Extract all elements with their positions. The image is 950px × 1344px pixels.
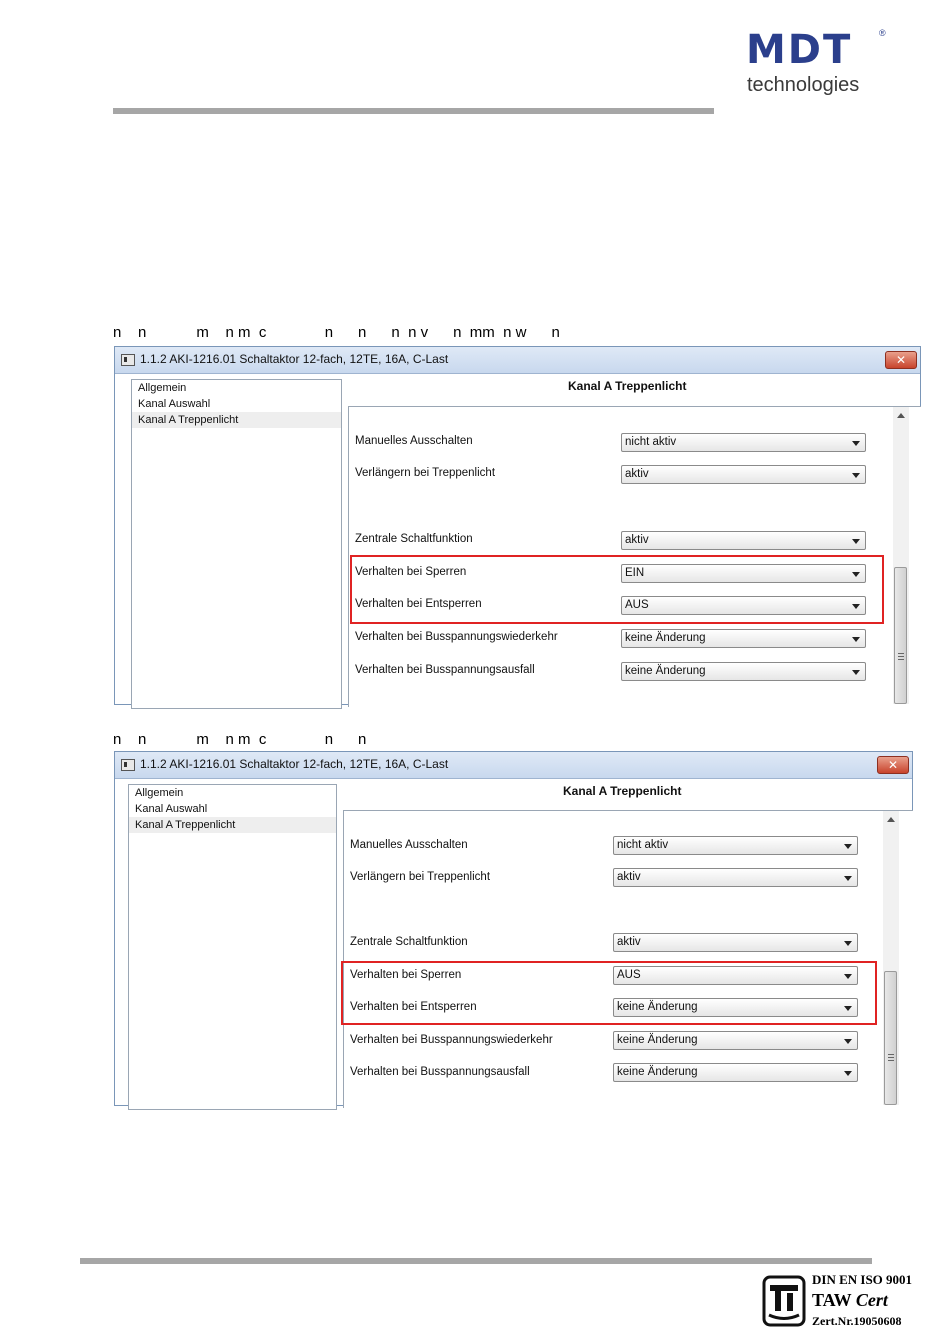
select-zentrale-schaltfunktion[interactable]: aktiv — [621, 531, 866, 550]
chevron-down-icon — [844, 1071, 852, 1076]
navigation-tree: Allgemein Kanal Auswahl Kanal A Treppenl… — [128, 784, 337, 1110]
chevron-down-icon — [852, 637, 860, 642]
label-busspannungsausfall: Verhalten bei Busspannungsausfall — [350, 1066, 530, 1078]
mdt-logo: MDT ® technologies — [746, 28, 896, 100]
label-manuelles-ausschalten: Manuelles Ausschalten — [355, 435, 473, 447]
select-value: aktiv — [625, 468, 649, 480]
title-bar: 1.1.2 AKI-1216.01 Schaltaktor 12-fach, 1… — [115, 752, 912, 779]
caption-1: n n m n m c n n n n v n mm n w n — [113, 324, 560, 341]
chevron-down-icon — [852, 670, 860, 675]
cert-standard: DIN EN ISO 9001 — [812, 1272, 913, 1287]
tree-item-kanal-auswahl[interactable]: Kanal Auswahl — [129, 801, 336, 817]
select-value: aktiv — [617, 871, 641, 883]
logo-registered: ® — [879, 28, 886, 38]
chevron-down-icon — [844, 941, 852, 946]
select-value: keine Änderung — [617, 1034, 698, 1046]
panel-title: Kanal A Treppenlicht — [568, 379, 687, 393]
window-title: 1.1.2 AKI-1216.01 Schaltaktor 12-fach, 1… — [140, 352, 449, 366]
certification-block: DIN EN ISO 9001 TAW Cert Zert.Nr.1905060… — [762, 1272, 922, 1332]
title-bar: 1.1.2 AKI-1216.01 Schaltaktor 12-fach, 1… — [115, 347, 920, 374]
dialog-window-1: 1.1.2 AKI-1216.01 Schaltaktor 12-fach, 1… — [114, 346, 921, 709]
close-button[interactable]: ✕ — [877, 756, 909, 774]
chevron-down-icon — [852, 441, 860, 446]
select-value: nicht aktiv — [617, 839, 669, 851]
scroll-thumb[interactable] — [884, 971, 897, 1105]
select-zentrale-schaltfunktion[interactable]: aktiv — [613, 933, 858, 952]
close-button[interactable]: ✕ — [885, 351, 917, 369]
chevron-down-icon — [844, 844, 852, 849]
app-icon — [121, 354, 135, 366]
tree-item-kanal-a-treppenlicht[interactable]: Kanal A Treppenlicht — [129, 817, 336, 833]
label-verlaengern-bei-treppenlicht: Verlängern bei Treppenlicht — [350, 871, 491, 883]
chevron-down-icon — [844, 1039, 852, 1044]
select-value: nicht aktiv — [625, 436, 677, 448]
navigation-tree: Allgemein Kanal Auswahl Kanal A Treppenl… — [131, 379, 342, 709]
label-verlaengern-bei-treppenlicht: Verlängern bei Treppenlicht — [355, 467, 496, 479]
footer-rule — [80, 1258, 872, 1264]
chevron-down-icon — [852, 539, 860, 544]
vertical-scrollbar[interactable] — [893, 407, 909, 704]
select-value: aktiv — [625, 534, 649, 546]
label-busspannungswiederkehr: Verhalten bei Busspannungswiederkehr — [355, 631, 558, 643]
window-title: 1.1.2 AKI-1216.01 Schaltaktor 12-fach, 1… — [140, 757, 449, 771]
select-busspannungswiederkehr[interactable]: keine Änderung — [621, 629, 866, 648]
select-value: keine Änderung — [625, 665, 706, 677]
scroll-up-arrow-icon[interactable] — [897, 413, 905, 418]
panel-title: Kanal A Treppenlicht — [563, 784, 682, 798]
cert-org: TAW Cert — [812, 1290, 888, 1310]
select-manuelles-ausschalten[interactable]: nicht aktiv — [621, 433, 866, 452]
select-busspannungswiederkehr[interactable]: keine Änderung — [613, 1031, 858, 1050]
dialog-window-2: 1.1.2 AKI-1216.01 Schaltaktor 12-fach, 1… — [114, 751, 913, 1110]
tree-item-allgemein[interactable]: Allgemein — [129, 785, 336, 801]
taw-seal-icon — [762, 1275, 806, 1327]
red-highlight-box — [341, 961, 877, 1025]
select-verlaengern-bei-treppenlicht[interactable]: aktiv — [621, 465, 866, 484]
caption-2: n n m n m c n n — [113, 731, 367, 748]
logo-subtitle: technologies — [747, 74, 860, 96]
scroll-thumb[interactable] — [894, 567, 907, 704]
logo-mark: MDT — [746, 27, 853, 73]
cert-number: Zert.Nr.19050608 — [812, 1314, 902, 1328]
select-value: aktiv — [617, 936, 641, 948]
select-value: keine Änderung — [617, 1066, 698, 1078]
tree-item-allgemein[interactable]: Allgemein — [132, 380, 341, 396]
label-zentrale-schaltfunktion: Zentrale Schaltfunktion — [350, 936, 468, 948]
label-manuelles-ausschalten: Manuelles Ausschalten — [350, 839, 468, 851]
vertical-scrollbar[interactable] — [883, 811, 899, 1105]
label-zentrale-schaltfunktion: Zentrale Schaltfunktion — [355, 533, 473, 545]
header-rule — [113, 108, 714, 114]
chevron-down-icon — [852, 473, 860, 478]
chevron-down-icon — [844, 876, 852, 881]
label-busspannungsausfall: Verhalten bei Busspannungsausfall — [355, 664, 535, 676]
tree-item-kanal-auswahl[interactable]: Kanal Auswahl — [132, 396, 341, 412]
select-busspannungsausfall[interactable]: keine Änderung — [621, 662, 866, 681]
select-busspannungsausfall[interactable]: keine Änderung — [613, 1063, 858, 1082]
tree-item-kanal-a-treppenlicht[interactable]: Kanal A Treppenlicht — [132, 412, 341, 428]
label-busspannungswiederkehr: Verhalten bei Busspannungswiederkehr — [350, 1034, 553, 1046]
app-icon — [121, 759, 135, 771]
scroll-up-arrow-icon[interactable] — [887, 817, 895, 822]
red-highlight-box — [350, 555, 884, 624]
select-verlaengern-bei-treppenlicht[interactable]: aktiv — [613, 868, 858, 887]
select-manuelles-ausschalten[interactable]: nicht aktiv — [613, 836, 858, 855]
select-value: keine Änderung — [625, 632, 706, 644]
